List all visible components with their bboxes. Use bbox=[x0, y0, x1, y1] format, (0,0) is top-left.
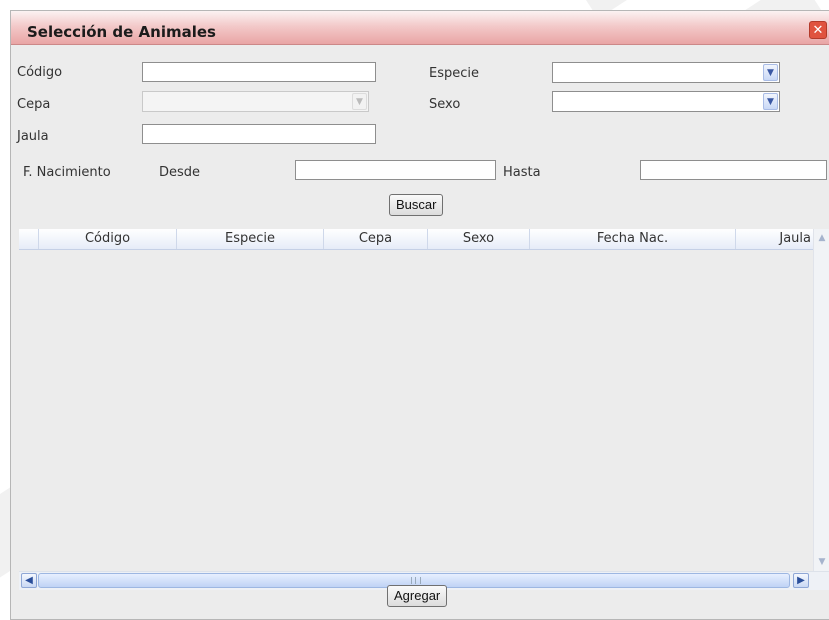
cepa-select[interactable]: ▼ bbox=[142, 91, 369, 112]
column-header-especie[interactable]: Especie bbox=[177, 229, 324, 249]
scroll-left-icon[interactable]: ◀ bbox=[21, 573, 37, 588]
column-header-codigo[interactable]: Código bbox=[39, 229, 177, 249]
scroll-up-icon[interactable]: ▲ bbox=[816, 233, 828, 245]
cepa-label: Cepa bbox=[17, 97, 51, 112]
column-header-blank bbox=[19, 229, 39, 249]
sexo-label: Sexo bbox=[429, 97, 461, 112]
desde-label: Desde bbox=[159, 165, 201, 180]
hasta-label: Hasta bbox=[503, 165, 541, 180]
column-header-jaula[interactable]: Jaula bbox=[736, 229, 815, 249]
chevron-down-icon: ▼ bbox=[352, 93, 367, 110]
scroll-down-icon[interactable]: ▼ bbox=[816, 557, 828, 569]
scroll-right-icon[interactable]: ▶ bbox=[793, 573, 809, 588]
dialog-title: Selección de Animales bbox=[27, 23, 216, 41]
dialog-titlebar: Selección de Animales ✕ bbox=[11, 11, 829, 45]
grip-icon bbox=[411, 577, 421, 584]
especie-select[interactable]: ▼ bbox=[552, 62, 780, 83]
sexo-select[interactable]: ▼ bbox=[552, 91, 780, 112]
column-header-cepa[interactable]: Cepa bbox=[324, 229, 428, 249]
chevron-down-icon[interactable]: ▼ bbox=[763, 64, 778, 81]
agregar-button[interactable]: Agregar bbox=[387, 585, 448, 607]
vertical-scrollbar[interactable]: ▲ ▼ bbox=[813, 229, 829, 571]
results-table: Código Especie Cepa Sexo Fecha Nac. Jaul… bbox=[19, 229, 829, 590]
animal-selection-dialog: Selección de Animales ✕ Código Especie ▼… bbox=[10, 10, 829, 620]
codigo-label: Código bbox=[17, 65, 63, 80]
column-header-sexo[interactable]: Sexo bbox=[428, 229, 530, 249]
table-header: Código Especie Cepa Sexo Fecha Nac. Jaul… bbox=[19, 229, 815, 250]
column-header-fecha-nac[interactable]: Fecha Nac. bbox=[530, 229, 736, 249]
close-icon[interactable]: ✕ bbox=[809, 21, 827, 39]
fecha-nacimiento-label: F. Nacimiento bbox=[23, 165, 111, 180]
codigo-input[interactable] bbox=[142, 62, 376, 82]
desde-input[interactable] bbox=[295, 160, 496, 180]
chevron-down-icon[interactable]: ▼ bbox=[763, 93, 778, 110]
hasta-input[interactable] bbox=[640, 160, 827, 180]
buscar-button[interactable]: Buscar bbox=[389, 194, 444, 216]
jaula-input[interactable] bbox=[142, 124, 376, 144]
especie-label: Especie bbox=[429, 66, 479, 81]
jaula-label: Jaula bbox=[17, 129, 49, 144]
